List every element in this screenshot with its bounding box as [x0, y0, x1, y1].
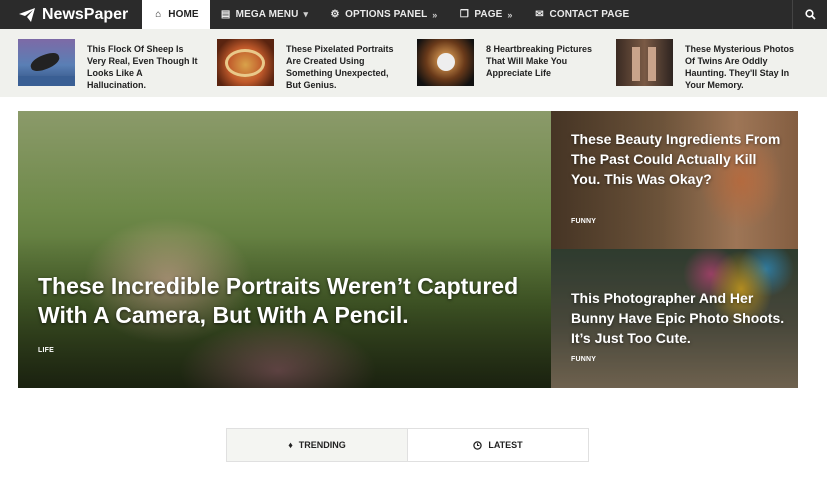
nav-item-mega-menu[interactable]: ▤ MEGA MENU ▾: [210, 0, 319, 29]
chevron-down-icon: ▾: [303, 9, 309, 19]
tab-trending[interactable]: ♦ TRENDING: [227, 429, 408, 461]
gear-icon: ⚙: [330, 9, 340, 20]
thumbnail-image[interactable]: [417, 39, 474, 86]
nav-item-label: OPTIONS PANEL: [345, 9, 428, 20]
category-label[interactable]: FUNNY: [571, 218, 596, 225]
nav-item-label: CONTACT PAGE: [549, 9, 630, 20]
brand-name: NewsPaper: [42, 5, 129, 23]
tab-latest[interactable]: LATEST: [408, 429, 588, 461]
page-icon: ❐: [459, 9, 469, 20]
top-stories-strip: This Flock Of Sheep Is Very Real, Even T…: [0, 29, 827, 97]
thumbnail-image[interactable]: [616, 39, 673, 86]
double-chevron-right-icon: »: [432, 9, 438, 20]
category-label[interactable]: FUNNY: [571, 356, 596, 363]
featured-side-post[interactable]: These Beauty Ingredients From The Past C…: [551, 111, 798, 249]
posts-tabs: ♦ TRENDING LATEST: [226, 428, 589, 462]
ticker-item[interactable]: These Pixelated Portraits Are Created Us…: [217, 39, 402, 91]
ticker-title[interactable]: 8 Heartbreaking Pictures That Will Make …: [486, 39, 602, 86]
ticker-item[interactable]: These Mysterious Photos Of Twins Are Odd…: [616, 39, 801, 91]
ticker-title[interactable]: These Pixelated Portraits Are Created Us…: [286, 39, 402, 91]
ticker-title[interactable]: This Flock Of Sheep Is Very Real, Even T…: [87, 39, 203, 91]
ticker-item[interactable]: This Flock Of Sheep Is Very Real, Even T…: [18, 39, 203, 91]
nav-item-options-panel[interactable]: ⚙ OPTIONS PANEL »: [319, 0, 448, 29]
newspaper-icon: ▤: [220, 9, 231, 20]
nav-item-contact-page[interactable]: ✉ CONTACT PAGE: [524, 0, 641, 29]
ticker-title[interactable]: These Mysterious Photos Of Twins Are Odd…: [685, 39, 801, 91]
envelope-icon: ✉: [535, 9, 544, 20]
featured-side-post[interactable]: This Photographer And Her Bunny Have Epi…: [551, 249, 798, 388]
nav-item-label: MEGA MENU: [235, 9, 299, 20]
nav-item-label: PAGE: [474, 9, 503, 20]
site-logo[interactable]: NewsPaper: [0, 0, 142, 29]
home-icon: ⌂: [155, 9, 162, 20]
search-button[interactable]: [792, 0, 827, 29]
paper-plane-icon: [19, 7, 35, 22]
featured-main-title[interactable]: These Incredible Portraits Weren’t Captu…: [38, 272, 538, 330]
search-icon: [804, 9, 816, 20]
featured-main-post[interactable]: These Incredible Portraits Weren’t Captu…: [18, 111, 551, 388]
tab-label: TRENDING: [298, 440, 346, 450]
featured-main-overlay: [18, 111, 551, 388]
nav-item-home[interactable]: ⌂ HOME: [142, 0, 210, 29]
flame-icon: ♦: [288, 440, 293, 450]
tab-label: LATEST: [488, 440, 523, 450]
ticker-item[interactable]: 8 Heartbreaking Pictures That Will Make …: [417, 39, 602, 86]
category-label[interactable]: LIFE: [38, 347, 54, 354]
double-chevron-right-icon: »: [507, 9, 513, 20]
nav-item-label: HOME: [168, 9, 199, 20]
nav-item-page[interactable]: ❐ PAGE »: [448, 0, 523, 29]
top-navbar: NewsPaper ⌂ HOME ▤ MEGA MENU ▾ ⚙ OPTIONS…: [0, 0, 827, 29]
thumbnail-image[interactable]: [217, 39, 274, 86]
clock-icon: [473, 440, 483, 450]
featured-side-title[interactable]: This Photographer And Her Bunny Have Epi…: [571, 288, 786, 348]
thumbnail-image[interactable]: [18, 39, 75, 86]
featured-side-title[interactable]: These Beauty Ingredients From The Past C…: [571, 129, 786, 189]
